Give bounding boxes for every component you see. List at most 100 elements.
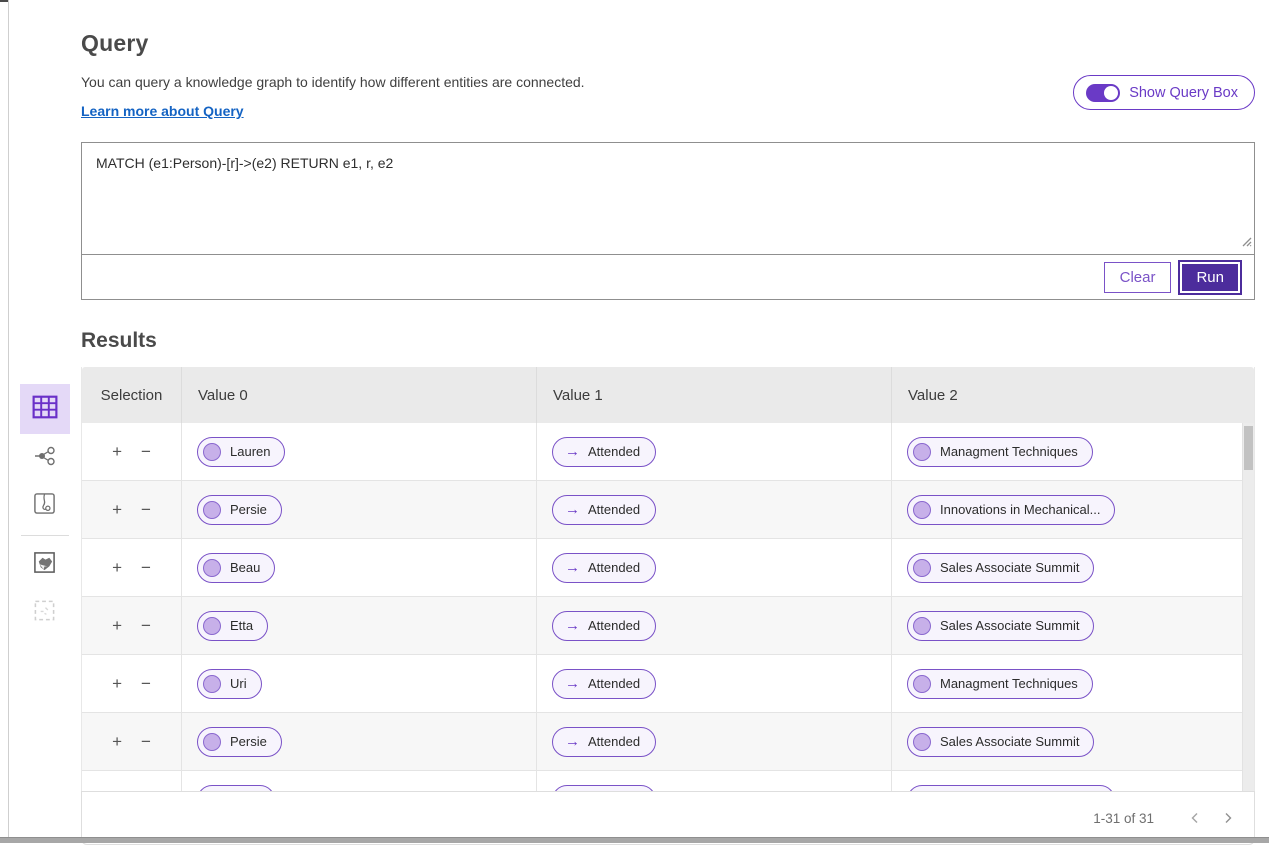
selection-cell: +−: [82, 481, 182, 538]
relationship-pill[interactable]: →Attended: [552, 784, 657, 791]
entity-pill[interactable]: Lauren: [197, 436, 286, 467]
relationship-pill[interactable]: →Attended: [552, 610, 657, 641]
relationship-label: Attended: [588, 560, 641, 575]
entity-pill[interactable]: Innovations in Mechanical...: [907, 784, 1116, 791]
results-table: Selection Value 0 Value 1 Value 2 + − Laur…: [81, 367, 1255, 791]
add-to-selection-button[interactable]: +: [112, 675, 122, 692]
entity-label: Etta: [230, 618, 254, 633]
add-to-selection-button[interactable]: +: [112, 733, 122, 750]
add-to-selection-button[interactable]: +: [112, 617, 122, 634]
entity-pill[interactable]: Sales Associate Summit: [907, 610, 1095, 641]
relationship-pill[interactable]: → Attended: [552, 726, 657, 757]
query-page: Query You can query a knowledge graph to…: [81, 0, 1255, 845]
relationship-pill[interactable]: →Attended: [552, 494, 657, 525]
toggle-switch-icon: [1086, 83, 1121, 102]
value0-cell: Persie: [182, 481, 537, 538]
entity-node-icon: [203, 674, 221, 693]
table-row: + − Beau → Attended Sales Associate Summit: [82, 539, 1254, 597]
vertical-scrollbar[interactable]: [1242, 423, 1254, 791]
entity-label: Sales Associate Summit: [940, 560, 1080, 575]
entity-pill[interactable]: Etta: [197, 610, 269, 641]
relationship-label: Attended: [588, 734, 641, 749]
value2-cell: Sales Associate Summit: [892, 539, 1254, 596]
entity-pill[interactable]: Sales Associate Summit: [907, 552, 1095, 583]
remove-from-selection-button[interactable]: −: [141, 443, 151, 460]
table-view-icon: [32, 395, 58, 424]
next-page-button[interactable]: [1211, 802, 1244, 835]
entity-pill[interactable]: Innovations in Mechanical...: [907, 494, 1116, 525]
remove-from-selection-button[interactable]: −: [141, 501, 151, 518]
value1-cell: →Attended: [537, 597, 892, 654]
entity-pill[interactable]: Managment Techniques: [907, 436, 1093, 467]
value0-cell: Etta: [182, 597, 537, 654]
pagination-range-label: 1-31 of 31: [1093, 810, 1154, 826]
relationship-label: Attended: [588, 618, 641, 633]
entity-label: Uri: [230, 676, 247, 691]
value2-cell: Innovations in Mechanical...: [892, 771, 1254, 791]
query-editor-area: MATCH (e1:Person)-[r]->(e2) RETURN e1, r…: [82, 143, 1254, 255]
entity-pill[interactable]: Persie: [197, 494, 282, 525]
add-to-selection-button[interactable]: +: [112, 559, 122, 576]
remove-from-selection-button[interactable]: −: [141, 733, 151, 750]
value2-cell: Sales Associate Summit: [892, 713, 1254, 770]
entity-node-icon: [203, 616, 221, 635]
sidebar-item-add-to-link-chart[interactable]: [20, 541, 70, 589]
entity-pill[interactable]: Beau: [197, 784, 276, 791]
value1-cell: →Attended: [537, 771, 892, 791]
sidebar-item-table-view[interactable]: [19, 384, 70, 434]
value2-cell: Innovations in Mechanical...: [892, 481, 1254, 538]
entity-node-icon: [913, 790, 931, 791]
query-input[interactable]: MATCH (e1:Person)-[r]->(e2) RETURN e1, r…: [82, 143, 1254, 254]
remove-from-selection-button[interactable]: −: [141, 559, 151, 576]
query-actions-bar: Clear Run: [82, 255, 1254, 299]
learn-more-link[interactable]: Learn more about Query: [81, 103, 244, 119]
entity-pill[interactable]: Sales Associate Summit: [907, 726, 1095, 757]
value0-cell: Beau: [182, 539, 537, 596]
remove-from-selection-button[interactable]: −: [141, 617, 151, 634]
toggle-knob: [1104, 85, 1119, 100]
relationship-pill[interactable]: →Attended: [552, 436, 657, 467]
show-query-box-toggle[interactable]: Show Query Box: [1073, 75, 1255, 110]
entity-pill[interactable]: Beau: [197, 552, 276, 583]
relationship-pill[interactable]: →Attended: [552, 668, 657, 699]
entity-node-icon: [913, 500, 931, 519]
entity-node-icon: [203, 442, 221, 461]
sidebar-item-link-chart-view[interactable]: [20, 434, 70, 482]
value1-cell: →Attended: [537, 423, 892, 480]
selection-tool-icon: [33, 599, 56, 627]
value1-cell: →Attended: [537, 481, 892, 538]
sidebar-item-map-view[interactable]: [20, 482, 70, 530]
entity-pill[interactable]: Uri: [197, 668, 262, 699]
relationship-arrow-icon: →: [565, 733, 580, 750]
entity-label: Sales Associate Summit: [940, 618, 1080, 633]
link-chart-icon: [33, 444, 57, 473]
add-to-selection-button[interactable]: +: [112, 501, 122, 518]
value0-cell: Lauren: [182, 423, 537, 480]
selection-cell: +−: [82, 539, 182, 596]
entity-label: Persie: [230, 734, 267, 749]
entity-pill[interactable]: Persie: [197, 726, 282, 757]
relationship-label: Attended: [588, 502, 641, 517]
previous-page-button[interactable]: [1178, 802, 1211, 835]
value2-cell: Managment Techniques: [892, 655, 1254, 712]
value1-cell: →Attended: [537, 539, 892, 596]
entity-node-icon: [203, 790, 221, 791]
map-view-icon: [33, 492, 56, 520]
entity-pill[interactable]: Managment Techniques: [907, 668, 1093, 699]
remove-from-selection-button[interactable]: −: [141, 675, 151, 692]
relationship-label: Attended: [588, 676, 641, 691]
relationship-pill[interactable]: →Attended: [552, 552, 657, 583]
scrollbar-thumb[interactable]: [1244, 426, 1253, 470]
clear-button[interactable]: Clear: [1103, 261, 1172, 293]
selection-cell: +−: [82, 771, 182, 791]
sidebar-item-add-selection: [20, 589, 70, 637]
add-to-selection-button[interactable]: +: [112, 443, 122, 460]
value2-cell: Sales Associate Summit: [892, 597, 1254, 654]
value2-cell: Managment Techniques: [892, 423, 1254, 480]
entity-node-icon: [203, 558, 221, 577]
relationship-arrow-icon: →: [565, 443, 580, 460]
value1-cell: →Attended: [537, 655, 892, 712]
window-edge-artifact: [0, 0, 8, 2]
selection-cell: +−: [82, 655, 182, 712]
run-button[interactable]: Run: [1180, 261, 1240, 293]
